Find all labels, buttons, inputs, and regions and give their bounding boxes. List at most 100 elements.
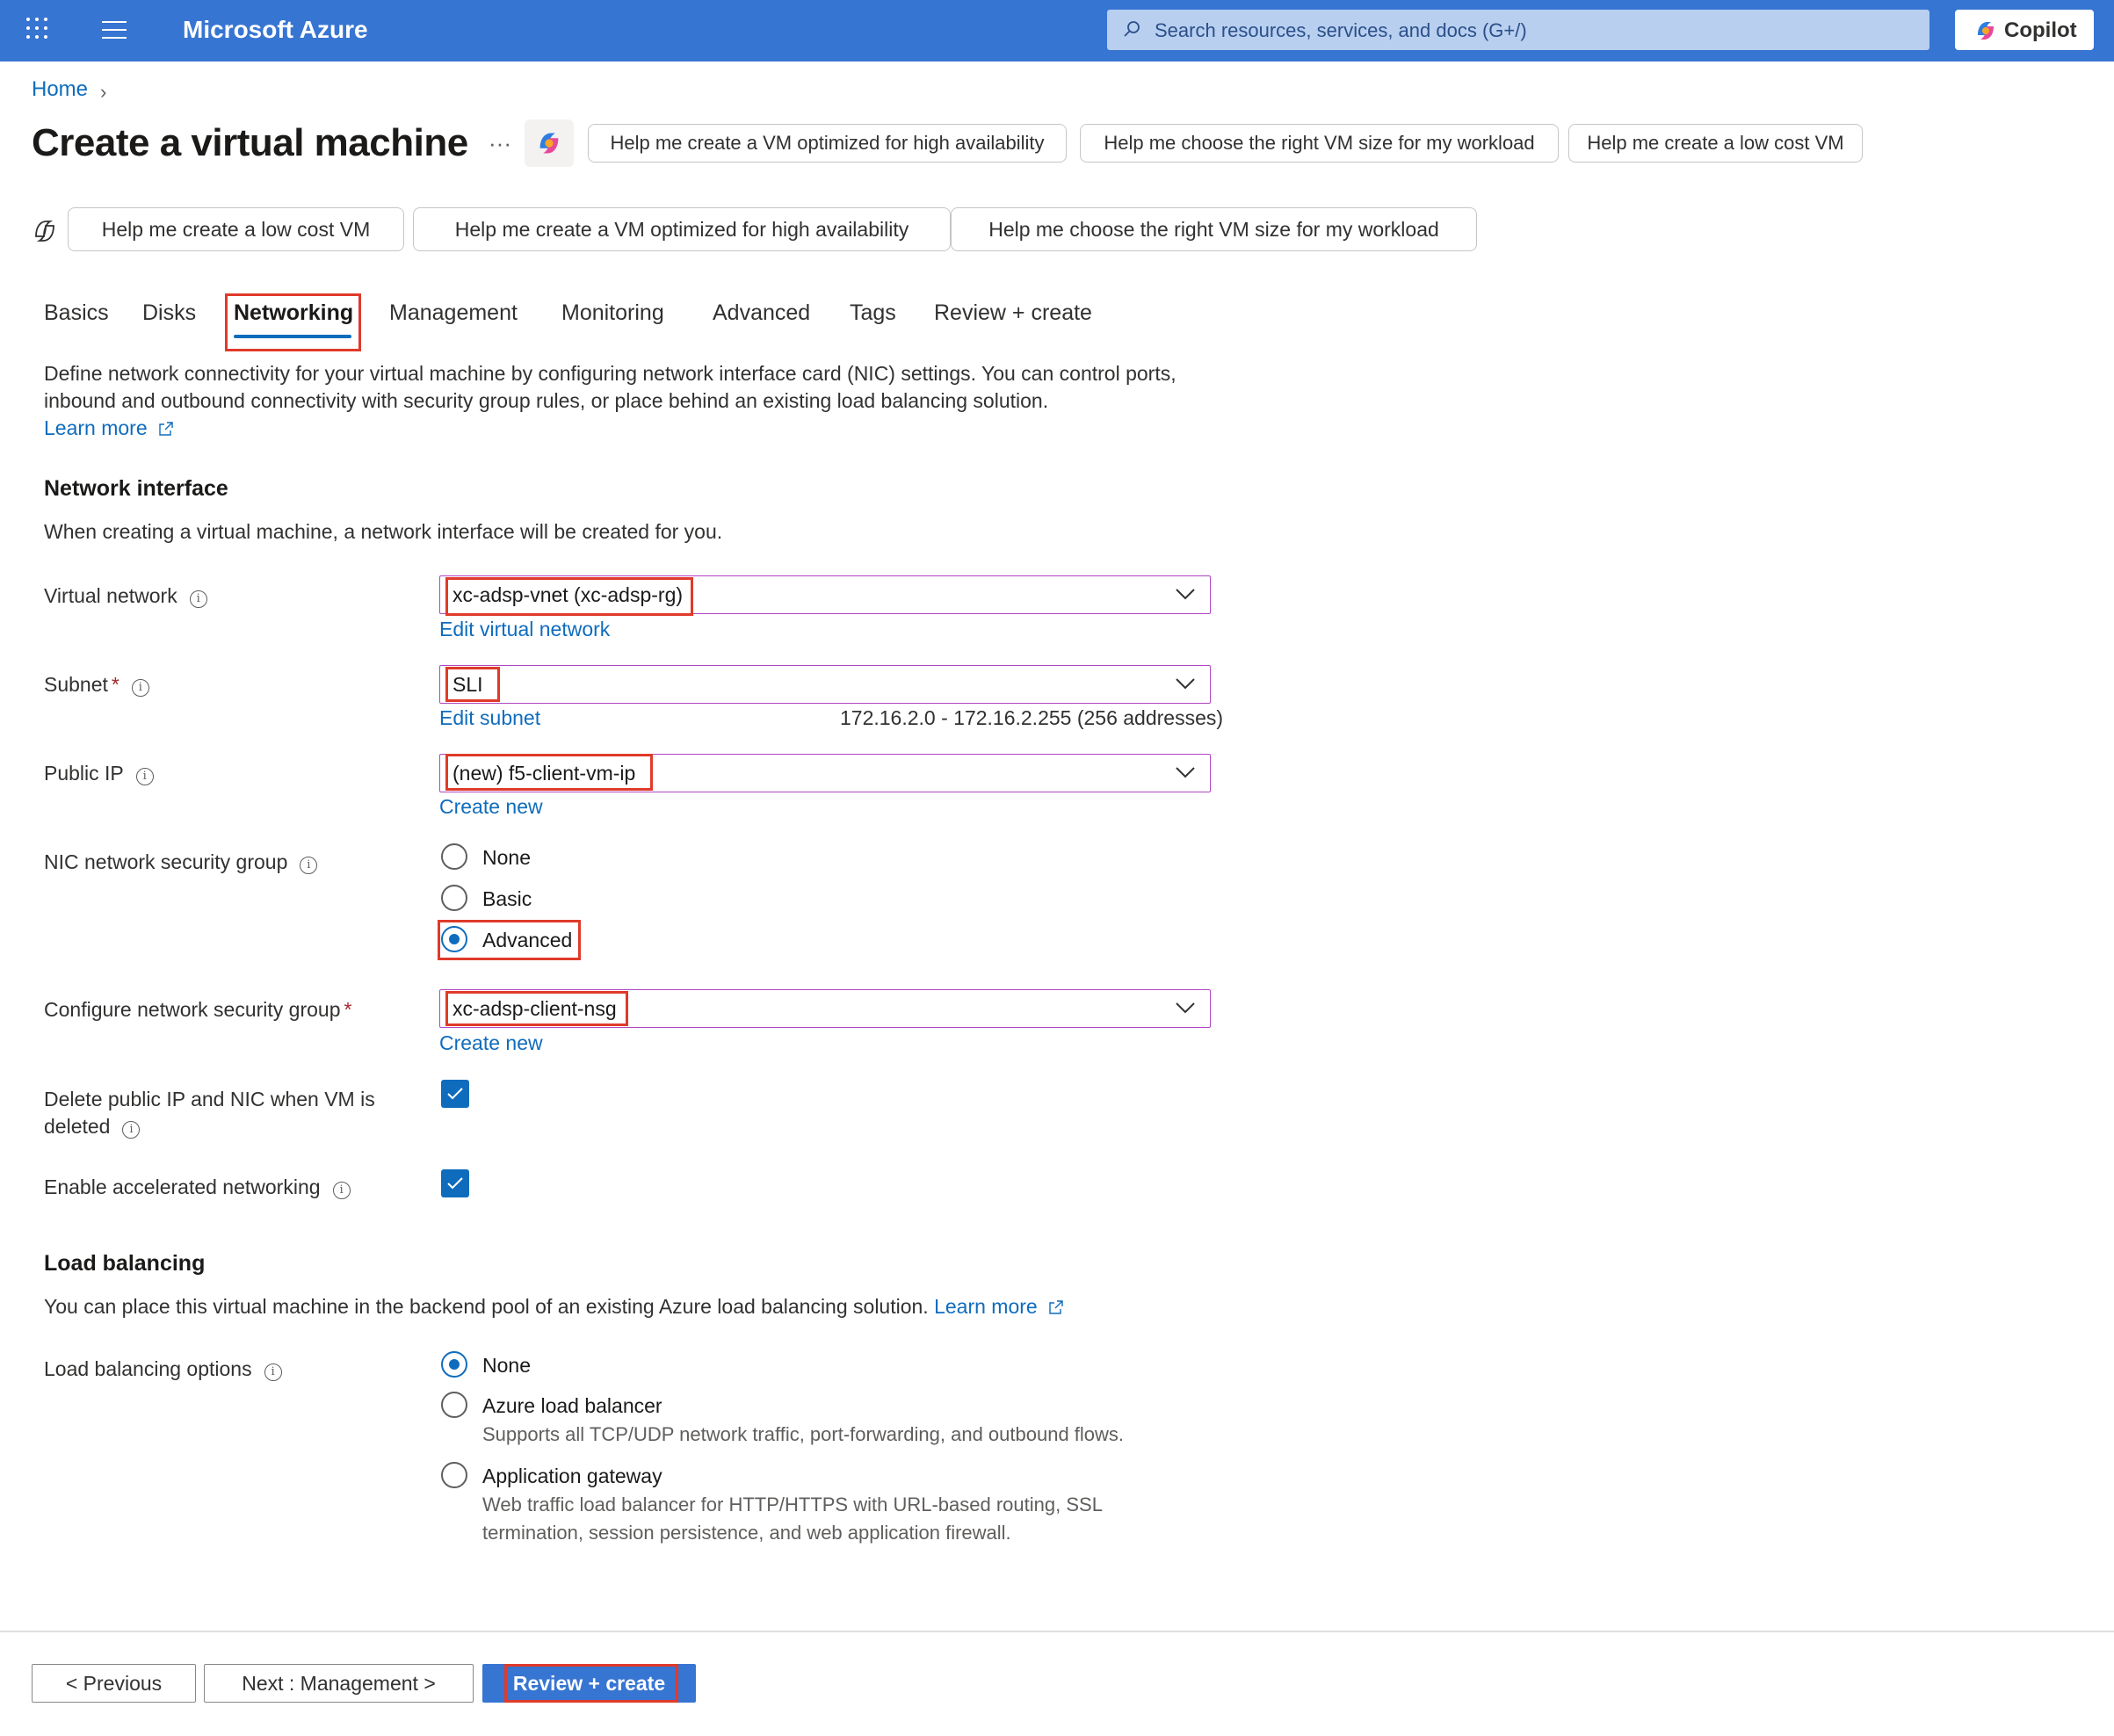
virtual-network-label: Virtual network i — [44, 584, 207, 608]
copilot-label: Copilot — [2004, 18, 2077, 42]
create-new-nsg-link[interactable]: Create new — [439, 1031, 543, 1055]
info-icon[interactable]: i — [300, 857, 318, 874]
delete-public-ip-label: Delete public IP and NIC when VM is dele… — [44, 1086, 375, 1140]
lb-app-gateway-desc-line-2: termination, session persistence, and we… — [482, 1522, 1011, 1544]
configure-nsg-label: Configure network security group * — [44, 998, 351, 1022]
lb-radio-application-gateway[interactable] — [441, 1462, 467, 1488]
load-balancing-learn-more-link[interactable]: Learn more — [934, 1295, 1038, 1318]
lb-option-azure-load-balancer-desc: Supports all TCP/UDP network traffic, po… — [482, 1423, 1125, 1445]
lb-radio-none[interactable] — [441, 1351, 467, 1378]
subnet-label-text: Subnet — [44, 673, 108, 696]
tab-networking[interactable]: Networking — [234, 300, 353, 326]
nic-nsg-radio-basic[interactable] — [441, 885, 467, 911]
suggestion-low-cost[interactable]: Help me create a low cost VM — [1568, 124, 1863, 163]
breadcrumb-chevron-icon: › — [100, 81, 107, 103]
suggestion-vm-size-2[interactable]: Help me choose the right VM size for my … — [951, 207, 1477, 251]
suggestion-low-cost-2[interactable]: Help me create a low cost VM — [68, 207, 404, 251]
virtual-network-dropdown[interactable]: xc-adsp-vnet (xc-adsp-rg) — [439, 575, 1211, 614]
description-line-1: Define network connectivity for your vir… — [44, 362, 1176, 385]
info-icon[interactable]: i — [332, 1182, 351, 1199]
more-options-icon[interactable]: ··· — [489, 130, 511, 157]
section-load-balancing: Load balancing — [44, 1251, 206, 1276]
public-ip-value: (new) f5-client-vm-ip — [452, 762, 636, 785]
public-ip-dropdown[interactable]: (new) f5-client-vm-ip — [439, 754, 1211, 792]
copilot-button[interactable]: Copilot — [1955, 10, 2094, 50]
networking-description: Define network connectivity for your vir… — [44, 360, 1274, 442]
info-icon[interactable]: i — [135, 768, 154, 785]
load-balancing-text: You can place this virtual machine in th… — [44, 1295, 1064, 1319]
copilot-icon — [539, 133, 559, 154]
breadcrumb-home[interactable]: Home — [32, 77, 88, 102]
subnet-dropdown[interactable]: SLI — [439, 665, 1211, 704]
delete-public-ip-label-line-1: Delete public IP and NIC when VM is — [44, 1088, 375, 1110]
tab-review-create[interactable]: Review + create — [934, 300, 1092, 326]
menu-icon[interactable] — [102, 21, 127, 39]
accelerated-networking-label-text: Enable accelerated networking — [44, 1175, 321, 1198]
description-line-2: inbound and outbound connectivity with s… — [44, 389, 1049, 412]
copilot-suggestions-button[interactable] — [525, 119, 574, 167]
info-icon[interactable]: i — [189, 590, 207, 608]
subnet-address-range: 172.16.2.0 - 172.16.2.255 (256 addresses… — [840, 706, 1224, 729]
edit-subnet-link[interactable]: Edit subnet — [439, 706, 540, 730]
load-balancing-options-label-text: Load balancing options — [44, 1357, 252, 1380]
suggestion-vm-size[interactable]: Help me choose the right VM size for my … — [1080, 124, 1559, 163]
virtual-network-label-text: Virtual network — [44, 584, 177, 607]
review-create-button[interactable]: Review + create — [482, 1664, 696, 1703]
edit-virtual-network-link[interactable]: Edit virtual network — [439, 618, 610, 641]
top-bar: Microsoft Azure Search resources, servic… — [0, 0, 2114, 61]
section-network-interface: Network interface — [44, 476, 228, 501]
suggestion-high-availability[interactable]: Help me create a VM optimized for high a… — [588, 124, 1067, 163]
lb-option-none: None — [482, 1354, 531, 1377]
info-icon[interactable]: i — [131, 679, 149, 697]
public-ip-label: Public IP i — [44, 762, 154, 785]
tab-tags[interactable]: Tags — [850, 300, 896, 326]
next-management-button[interactable]: Next : Management > — [204, 1664, 474, 1703]
info-icon[interactable]: i — [264, 1363, 282, 1381]
public-ip-label-text: Public IP — [44, 762, 124, 785]
accelerated-networking-checkbox[interactable] — [441, 1169, 469, 1197]
chevron-down-icon — [1176, 1002, 1195, 1014]
footer-divider — [0, 1631, 2114, 1632]
nic-nsg-option-basic: Basic — [482, 887, 532, 910]
nic-nsg-label: NIC network security group i — [44, 850, 318, 874]
nic-nsg-option-advanced: Advanced — [482, 929, 573, 951]
learn-more-link[interactable]: Learn more — [44, 416, 148, 439]
chevron-down-icon — [1176, 767, 1195, 778]
lb-option-application-gateway: Application gateway — [482, 1465, 662, 1487]
load-balancing-options-label: Load balancing options i — [44, 1357, 282, 1381]
chevron-down-icon — [1176, 589, 1195, 600]
network-interface-text: When creating a virtual machine, a netwo… — [44, 520, 723, 543]
configure-nsg-value: xc-adsp-client-nsg — [452, 997, 617, 1020]
delete-public-ip-checkbox[interactable] — [441, 1080, 469, 1108]
tab-management[interactable]: Management — [389, 300, 518, 326]
lb-app-gateway-desc-line-1: Web traffic load balancer for HTTP/HTTPS… — [482, 1494, 1103, 1515]
external-link-icon — [159, 422, 173, 436]
subnet-label: Subnet * i — [44, 673, 149, 697]
chevron-down-icon — [1176, 678, 1195, 690]
delete-public-ip-label-line-2: deleted — [44, 1115, 111, 1138]
suggestion-high-availability-2[interactable]: Help me create a VM optimized for high a… — [413, 207, 951, 251]
tab-basics[interactable]: Basics — [44, 300, 109, 326]
previous-button[interactable]: < Previous — [32, 1664, 196, 1703]
lb-radio-azure-load-balancer[interactable] — [441, 1392, 467, 1418]
nic-nsg-option-none: None — [482, 846, 531, 869]
tab-monitoring[interactable]: Monitoring — [561, 300, 664, 326]
nic-nsg-radio-advanced[interactable] — [441, 926, 467, 952]
nic-nsg-radio-none[interactable] — [441, 843, 467, 870]
external-link-icon — [1049, 1300, 1063, 1314]
required-marker: * — [344, 998, 352, 1021]
create-new-public-ip-link[interactable]: Create new — [439, 795, 543, 819]
checkmark-icon — [447, 1088, 463, 1100]
virtual-network-value: xc-adsp-vnet (xc-adsp-rg) — [452, 583, 684, 606]
search-input[interactable]: Search resources, services, and docs (G+… — [1107, 10, 1929, 50]
active-tab-indicator — [234, 335, 351, 338]
page-title: Create a virtual machine — [32, 121, 468, 164]
info-icon[interactable]: i — [122, 1121, 141, 1139]
brand-title[interactable]: Microsoft Azure — [183, 16, 368, 44]
checkmark-icon — [447, 1177, 463, 1190]
app-launcher-icon[interactable] — [26, 18, 49, 40]
tab-advanced[interactable]: Advanced — [713, 300, 810, 326]
configure-nsg-dropdown[interactable]: xc-adsp-client-nsg — [439, 989, 1211, 1028]
accelerated-networking-label: Enable accelerated networking i — [44, 1175, 351, 1199]
tab-disks[interactable]: Disks — [142, 300, 196, 326]
